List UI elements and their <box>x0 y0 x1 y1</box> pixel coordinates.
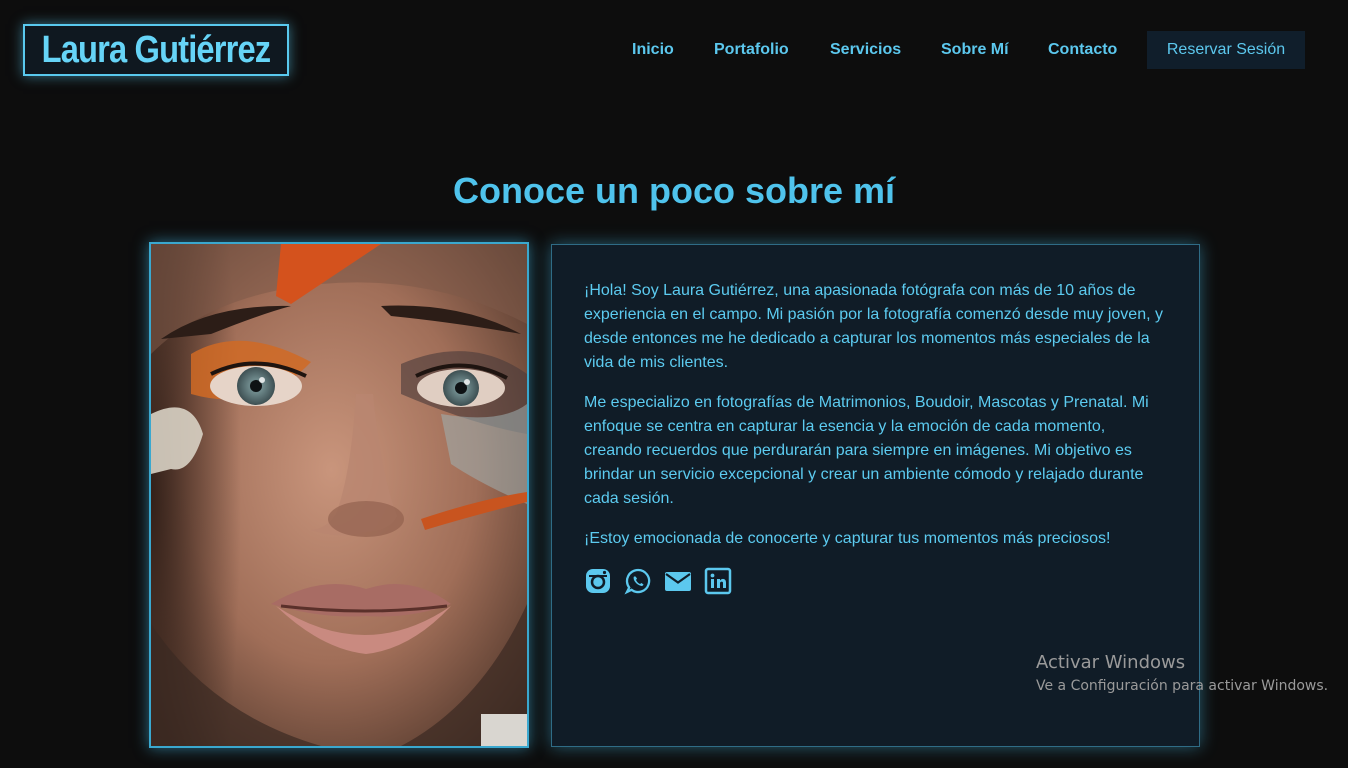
logo[interactable]: Laura Gutiérrez <box>23 24 289 76</box>
instagram-icon[interactable] <box>584 567 612 595</box>
book-session-button[interactable]: Reservar Sesión <box>1147 31 1305 69</box>
social-links <box>584 567 1167 595</box>
logo-text: Laura Gutiérrez <box>41 29 272 71</box>
linkedin-icon[interactable] <box>704 567 732 595</box>
about-paragraph: Me especializo en fotografías de Matrimo… <box>584 394 1149 507</box>
portrait-photo <box>149 242 529 748</box>
nav-link-inicio[interactable]: Inicio <box>632 40 674 60</box>
nav-link-contacto[interactable]: Contacto <box>1048 40 1117 60</box>
portrait-illustration <box>151 244 527 746</box>
email-icon[interactable] <box>664 567 692 595</box>
about-paragraph: ¡Hola! Soy Laura Gutiérrez, una apasiona… <box>584 282 1163 371</box>
nav-link-sobre-mi[interactable]: Sobre Mí <box>941 40 1009 60</box>
watermark-title: Activar Windows <box>1036 652 1186 673</box>
watermark-subtitle: Ve a Configuración para activar Windows. <box>1036 678 1329 694</box>
section-title: Conoce un poco sobre mí <box>452 170 896 211</box>
whatsapp-icon[interactable] <box>624 567 652 595</box>
about-paragraph: ¡Estoy emocionada de conocerte y captura… <box>584 530 1111 547</box>
nav-link-servicios[interactable]: Servicios <box>830 40 901 60</box>
windows-activation-watermark: Activar Windows Ve a Configuración para … <box>1036 652 1328 696</box>
nav-link-portafolio[interactable]: Portafolio <box>714 40 789 60</box>
